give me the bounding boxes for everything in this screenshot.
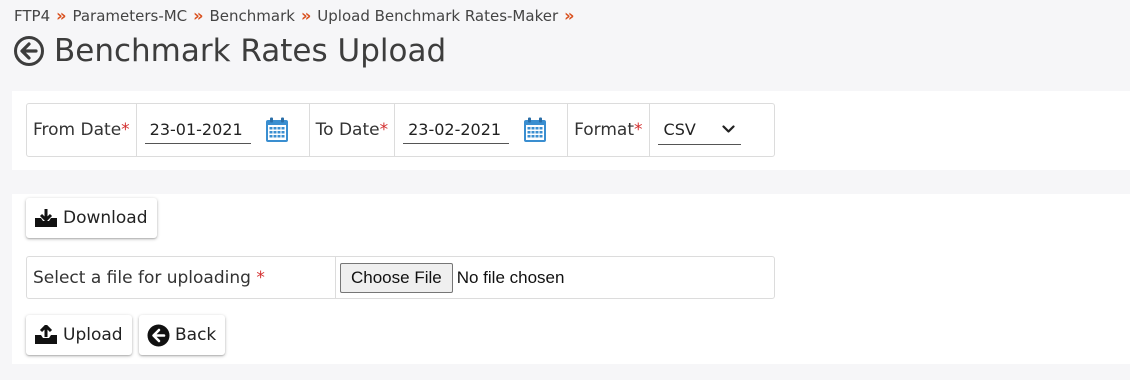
upload-tray-icon: [35, 325, 57, 344]
file-input: Choose File No file chosen: [336, 257, 564, 298]
to-date-label-cell: To Date *: [310, 104, 396, 156]
back-label: Back: [175, 325, 217, 345]
back-button[interactable]: Back: [139, 315, 226, 355]
format-select-value: CSV: [663, 120, 696, 139]
page-title: Benchmark Rates Upload: [54, 33, 447, 69]
from-date-input[interactable]: [144, 116, 251, 144]
calendar-icon[interactable]: [265, 117, 289, 143]
breadcrumb-item-ftp4[interactable]: FTP4: [14, 7, 50, 25]
breadcrumb-separator: »: [56, 6, 67, 25]
format-label-cell: Format *: [568, 104, 650, 156]
required-marker: *: [634, 120, 643, 140]
format-cell: CSV: [650, 104, 749, 156]
upload-panel: Download Select a file for uploading * C…: [12, 194, 1130, 364]
download-tray-icon: [35, 209, 57, 227]
upload-button[interactable]: Upload: [26, 315, 132, 355]
breadcrumb-separator: »: [193, 6, 204, 25]
format-label: Format: [574, 120, 635, 140]
file-label-cell: Select a file for uploading *: [27, 257, 336, 298]
to-date-label: To Date: [315, 120, 380, 140]
from-date-cell: [137, 104, 310, 156]
breadcrumb-separator: »: [564, 6, 575, 25]
filter-row: From Date* To Date*: [26, 103, 775, 157]
required-marker: *: [379, 120, 389, 140]
choose-file-button[interactable]: Choose File: [340, 262, 453, 293]
required-marker: *: [121, 120, 130, 140]
upload-label: Upload: [63, 325, 123, 345]
breadcrumb-item-benchmark[interactable]: Benchmark: [210, 7, 295, 25]
format-select[interactable]: CSV: [657, 115, 741, 145]
breadcrumb-item-parameters-mc[interactable]: Parameters-MC: [72, 7, 187, 25]
from-date-label-cell: From Date *: [27, 104, 137, 156]
back-arrow-circle-icon: [147, 324, 170, 346]
to-date-input[interactable]: [403, 116, 510, 144]
download-button[interactable]: Download: [26, 198, 157, 238]
file-status-text: No file chosen: [456, 267, 565, 287]
file-upload-row: Select a file for uploading * Choose Fil…: [26, 256, 775, 299]
from-date-label: From Date: [33, 120, 122, 140]
required-marker: *: [256, 267, 265, 288]
to-date-cell: [395, 104, 569, 156]
download-label: Download: [63, 208, 148, 228]
breadcrumb-separator: »: [300, 6, 312, 25]
page-header: Benchmark Rates Upload: [13, 33, 446, 69]
calendar-icon[interactable]: [523, 117, 547, 143]
file-upload-label: Select a file for uploading: [33, 267, 251, 288]
filter-panel: From Date* To Date*: [12, 91, 1130, 170]
chevron-down-icon: [721, 125, 735, 133]
breadcrumb-item-upload-benchmark[interactable]: Upload Benchmark Rates-Maker: [317, 7, 558, 25]
breadcrumb: FTP4 » Parameters-MC » Benchmark » Uploa…: [14, 6, 580, 25]
back-circle-icon[interactable]: [13, 35, 45, 67]
